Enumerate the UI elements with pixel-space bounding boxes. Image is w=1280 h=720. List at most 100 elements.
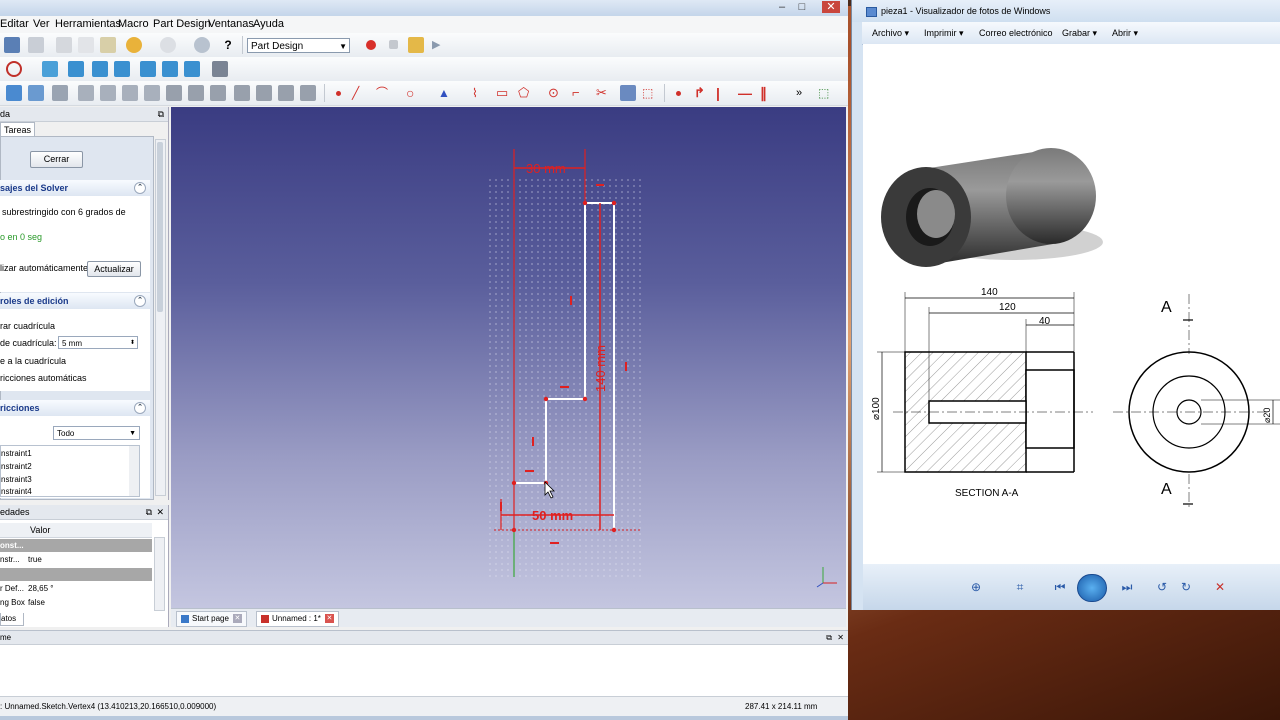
fillet-icon[interactable] (144, 85, 160, 101)
collapse-icon[interactable]: ⌃ (134, 295, 146, 307)
view-front-icon[interactable] (92, 61, 108, 77)
menu-archivo[interactable]: Archivo ▾ (872, 22, 909, 44)
table-row[interactable]: nstr... true (0, 553, 152, 567)
constrain-point-on-object-icon[interactable]: ↱ (694, 85, 710, 101)
close-icon[interactable]: ✕ (156, 505, 164, 519)
list-item[interactable]: nstraint2 (1, 462, 32, 471)
view-section-icon[interactable]: ⬚ (818, 85, 834, 101)
actual-size-icon[interactable]: ⌗ (1011, 578, 1029, 596)
stop-macro-icon[interactable] (389, 40, 398, 49)
point-icon[interactable] (336, 91, 341, 96)
chamfer-icon[interactable] (166, 85, 182, 101)
maximize-icon[interactable]: □ (795, 1, 809, 13)
constrain-horizontal-icon[interactable]: — (738, 85, 754, 101)
previous-icon[interactable]: ⏮ (1051, 578, 1069, 596)
menu-imprimir[interactable]: Imprimir ▾ (924, 22, 964, 44)
trim-icon[interactable]: ✂ (596, 85, 612, 101)
menu-correo[interactable]: Correo electrónico (979, 22, 1053, 44)
constraints-header[interactable]: ricciones ⌃ (0, 400, 150, 417)
menu-ver[interactable]: Ver (33, 18, 50, 30)
table-row[interactable]: ng Box false (0, 596, 152, 610)
workbench-select[interactable]: Part Design ▼ (247, 38, 350, 53)
open-icon[interactable] (4, 37, 20, 53)
cut-icon[interactable] (56, 37, 72, 53)
sketch-vertex[interactable] (511, 527, 517, 533)
view-bottom-icon[interactable] (184, 61, 200, 77)
polygon-icon[interactable]: ⬠ (518, 85, 534, 101)
constrain-coincident-icon[interactable] (676, 91, 681, 96)
rectangle-icon[interactable]: ▭ (496, 85, 512, 101)
edit-sketch-icon[interactable] (28, 85, 44, 101)
menu-abrir[interactable]: Abrir ▾ (1112, 22, 1138, 44)
tab-start-page[interactable]: Start page ✕ (176, 611, 247, 627)
constrain-parallel-icon[interactable]: ∥ (760, 85, 776, 101)
polar-pattern-icon[interactable] (256, 85, 272, 101)
property-value[interactable]: false (28, 596, 45, 610)
construction-icon[interactable]: ⬚ (642, 85, 658, 101)
menu-macro[interactable]: Macro (118, 18, 149, 30)
collapse-icon[interactable]: ⌃ (134, 182, 146, 194)
dim-label-top[interactable]: 30 mm (526, 161, 566, 176)
sketch-vertex[interactable] (582, 200, 588, 206)
3d-view[interactable]: 30 mm 140 mm 50 mm (171, 107, 846, 608)
revolution-icon[interactable] (100, 85, 116, 101)
undock-icon[interactable]: ⧉ (826, 631, 832, 644)
list-item[interactable]: nstraint3 (1, 475, 32, 484)
grid-size-spinbox[interactable]: 5 mm ⬍ (58, 336, 138, 349)
close-button[interactable]: Cerrar (30, 151, 83, 168)
redo-icon[interactable] (160, 37, 176, 53)
next-icon[interactable]: ⏭ (1118, 578, 1136, 596)
arc-icon[interactable]: ⌒ (376, 85, 392, 101)
mirror-icon[interactable] (210, 85, 226, 101)
solver-messages-header[interactable]: sajes del Solver ⌃ (0, 180, 150, 197)
tab-unnamed[interactable]: Unnamed : 1* ✕ (256, 611, 339, 627)
close-icon[interactable]: ✕ (837, 631, 844, 644)
view-fit-icon[interactable] (42, 61, 58, 77)
menu-herramientas[interactable]: Herramientas (55, 18, 121, 30)
view-iso-icon[interactable] (68, 61, 84, 77)
fillet-sketch-icon[interactable]: ⌐ (572, 85, 588, 101)
copy-icon[interactable] (78, 37, 94, 53)
slideshow-button[interactable] (1077, 574, 1107, 602)
constrain-vertical-icon[interactable]: | (716, 85, 732, 101)
property-value[interactable]: true (28, 553, 42, 567)
slot-icon[interactable]: ⊙ (548, 85, 564, 101)
menu-ayuda[interactable]: Ayuda (253, 18, 284, 30)
dim-label-bottom[interactable]: 50 mm (532, 508, 573, 523)
close-tab-icon[interactable]: ✕ (324, 614, 334, 624)
sketch-vertex[interactable] (543, 396, 549, 402)
rotate-right-icon[interactable]: ↻ (1177, 578, 1195, 596)
close-tab-icon[interactable]: ✕ (232, 614, 242, 624)
close-icon[interactable]: ✕ (822, 1, 840, 13)
macros-icon[interactable] (408, 37, 424, 53)
undo-icon[interactable] (126, 37, 142, 53)
list-item[interactable]: nstraint1 (1, 449, 32, 458)
tab-datos[interactable]: atos (0, 613, 24, 626)
list-scrollbar[interactable] (129, 446, 139, 496)
view-rear-icon[interactable] (162, 61, 178, 77)
linear-pattern-icon[interactable] (234, 85, 250, 101)
auto-constraints-checkbox[interactable]: ricciones automáticas (0, 373, 87, 383)
menu-editar[interactable]: Editar (0, 18, 29, 30)
external-geometry-icon[interactable] (620, 85, 636, 101)
play-macro-icon[interactable]: ▶ (432, 37, 448, 53)
conic-icon[interactable]: ▲ (438, 85, 454, 101)
menu-grabar[interactable]: Grabar ▾ (1062, 22, 1097, 44)
scaled-icon[interactable] (278, 85, 294, 101)
sketch-vertex[interactable] (582, 396, 588, 402)
pocket-icon[interactable] (78, 85, 94, 101)
dim-label-vertical[interactable]: 140 mm (593, 345, 608, 392)
sketch-canvas[interactable]: 30 mm 140 mm 50 mm (171, 107, 846, 608)
tab-tareas[interactable]: Tareas (0, 122, 35, 137)
sketch-vertex[interactable] (611, 527, 617, 533)
minimize-icon[interactable]: – (775, 1, 789, 13)
create-sketch-icon[interactable] (6, 85, 22, 101)
undock-icon[interactable]: ⧉ (158, 107, 164, 121)
table-row[interactable]: r Def... 28,65 ° (0, 582, 152, 596)
property-value[interactable]: 28,65 ° (28, 582, 53, 596)
line-icon[interactable]: ╱ (352, 85, 368, 101)
constraint-filter-select[interactable]: Todo ▼ (53, 426, 140, 440)
draw-style-icon[interactable] (6, 61, 22, 77)
view-right-icon[interactable] (140, 61, 156, 77)
undock-icon[interactable]: ⧉ (146, 505, 152, 519)
